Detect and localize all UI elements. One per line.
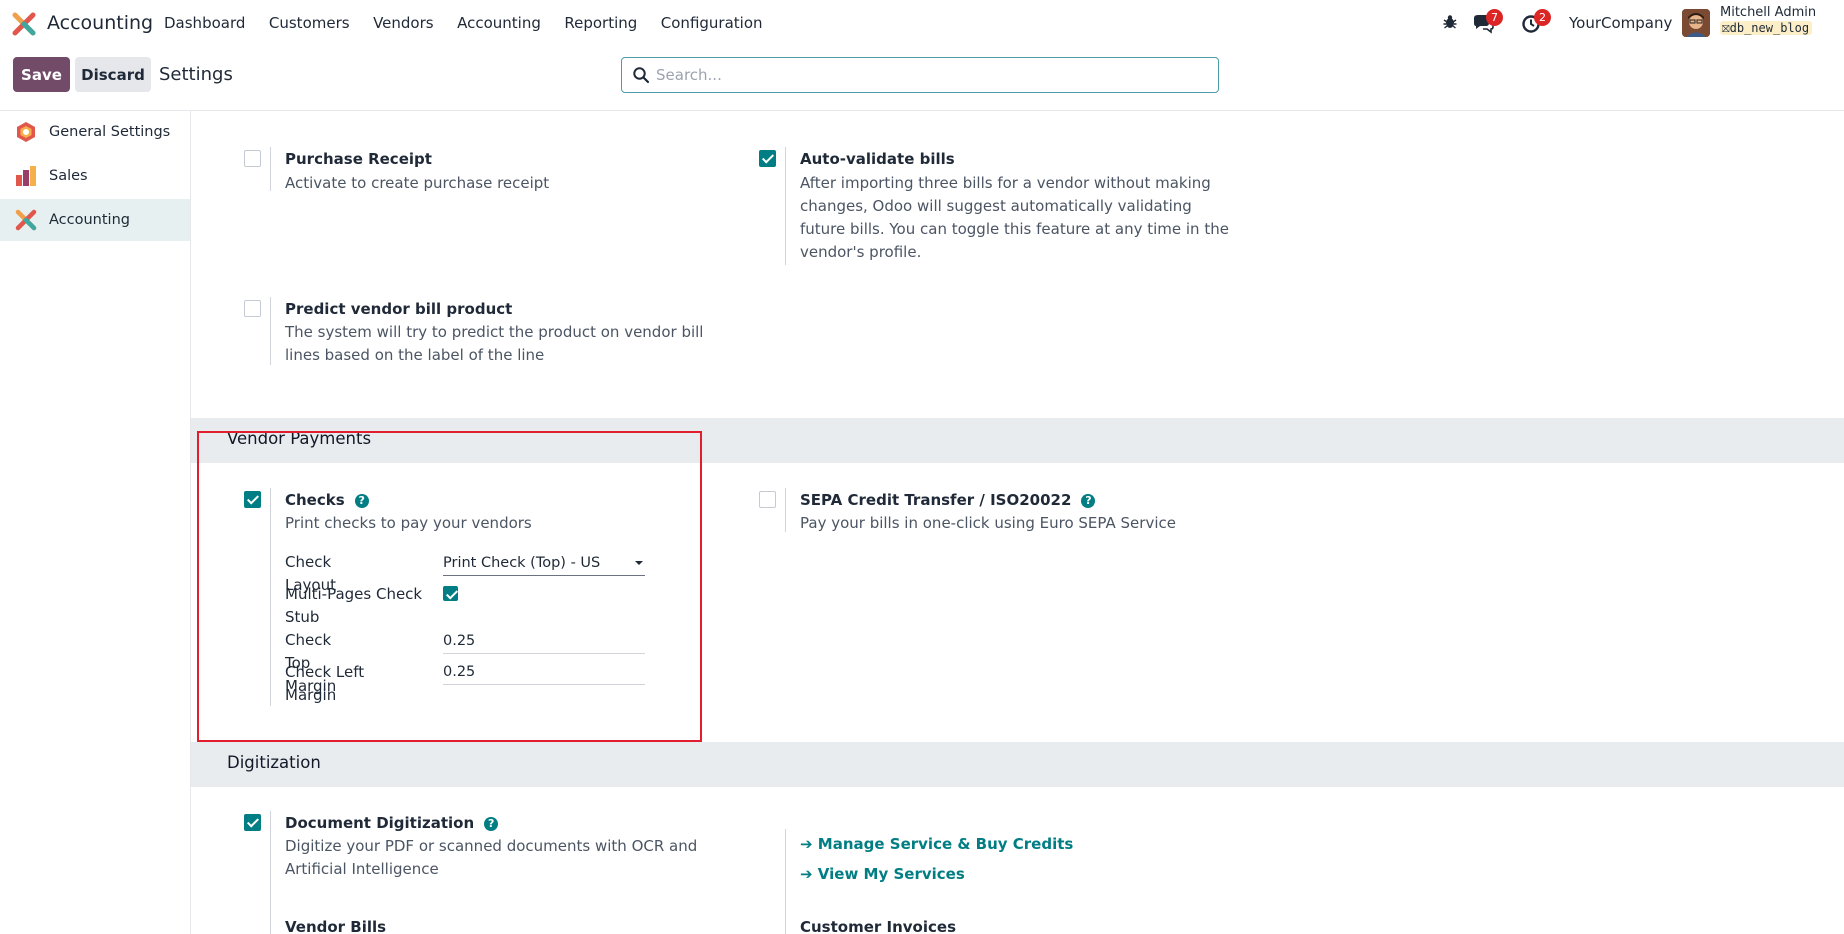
main-menu: Dashboard Customers Vendors Accounting R… — [164, 14, 786, 32]
sidebar-item-label: General Settings — [49, 124, 171, 140]
help-icon[interactable]: ? — [484, 817, 499, 831]
accounting-app-icon[interactable] — [12, 12, 36, 36]
arrow-right-icon: ➔ — [800, 835, 818, 853]
app-name[interactable]: Accounting — [47, 12, 153, 34]
settings-sidebar: General Settings Sales Accounting — [0, 111, 191, 934]
database-name: ⛝db_new_blog — [1720, 21, 1813, 35]
bug-icon[interactable] — [1441, 13, 1459, 31]
sidebar-item-general-settings[interactable]: General Settings — [0, 111, 190, 153]
user-name[interactable]: Mitchell Admin — [1720, 5, 1816, 20]
sepa-checkbox[interactable] — [759, 491, 776, 508]
manage-service-link[interactable]: ➔ Manage Service & Buy Credits — [800, 835, 1073, 853]
search-icon — [633, 67, 650, 84]
user-avatar[interactable] — [1682, 9, 1710, 37]
search-input[interactable] — [656, 64, 1196, 86]
setting-title: Auto-validate bills — [800, 150, 955, 168]
purchase-receipt-checkbox[interactable] — [244, 150, 261, 167]
divider — [785, 488, 786, 532]
save-button[interactable]: Save — [13, 57, 70, 92]
help-icon[interactable]: ? — [1081, 494, 1096, 508]
predict-product-checkbox[interactable] — [244, 300, 261, 317]
setting-description: Activate to create purchase receipt — [285, 174, 550, 192]
database-icon: ⛝ — [1722, 24, 1730, 35]
avatar-face-icon — [1682, 9, 1710, 37]
discard-button[interactable]: Discard — [75, 57, 151, 92]
menu-reporting[interactable]: Reporting — [564, 14, 637, 32]
sidebar-item-label: Sales — [49, 168, 88, 184]
sidebar-item-accounting[interactable]: Accounting — [0, 199, 190, 241]
company-switcher[interactable]: YourCompany — [1569, 14, 1672, 32]
menu-vendors[interactable]: Vendors — [373, 14, 434, 32]
setting-description: After importing three bills for a vendor… — [800, 174, 1229, 261]
divider — [785, 829, 786, 934]
menu-accounting[interactable]: Accounting — [457, 14, 541, 32]
setting-title: Purchase Receipt — [285, 150, 432, 168]
sales-icon — [16, 166, 36, 186]
sidebar-item-sales[interactable]: Sales — [0, 155, 190, 197]
activities-count-badge: 2 — [1534, 9, 1551, 26]
section-header-digitization: Digitization — [191, 742, 1844, 787]
arrow-right-icon: ➔ — [800, 865, 818, 883]
setting-title: Predict vendor bill product — [285, 300, 513, 318]
divider — [270, 297, 271, 365]
section-title: Digitization — [227, 753, 321, 772]
setting-title: SEPA Credit Transfer / ISO20022? — [800, 491, 1096, 509]
view-my-services-link[interactable]: ➔ View My Services — [800, 865, 965, 883]
divider — [270, 811, 271, 934]
setting-description: Pay your bills in one-click using Euro S… — [800, 514, 1176, 532]
menu-customers[interactable]: Customers — [269, 14, 350, 32]
customer-invoices-label: Customer Invoices — [800, 918, 956, 934]
search-box[interactable] — [621, 57, 1219, 93]
page-title: Settings — [159, 64, 233, 85]
highlight-box — [197, 431, 702, 742]
document-digitization-checkbox[interactable] — [244, 814, 261, 831]
sidebar-item-label: Accounting — [49, 212, 130, 228]
menu-configuration[interactable]: Configuration — [661, 14, 763, 32]
menu-dashboard[interactable]: Dashboard — [164, 14, 245, 32]
vendor-bills-label: Vendor Bills — [285, 918, 387, 934]
setting-description: Digitize your PDF or scanned documents w… — [285, 837, 698, 878]
top-navbar: Accounting Dashboard Customers Vendors A… — [0, 0, 1844, 47]
accounting-icon — [15, 209, 37, 231]
setting-title: Document Digitization? — [285, 814, 499, 832]
auto-validate-checkbox[interactable] — [759, 150, 776, 167]
control-panel: Save Discard Settings — [0, 47, 1844, 111]
general-settings-icon — [17, 122, 35, 142]
divider — [785, 147, 786, 265]
divider — [270, 147, 271, 191]
setting-description: The system will try to predict the produ… — [285, 323, 704, 364]
messages-count-badge: 7 — [1486, 9, 1503, 26]
